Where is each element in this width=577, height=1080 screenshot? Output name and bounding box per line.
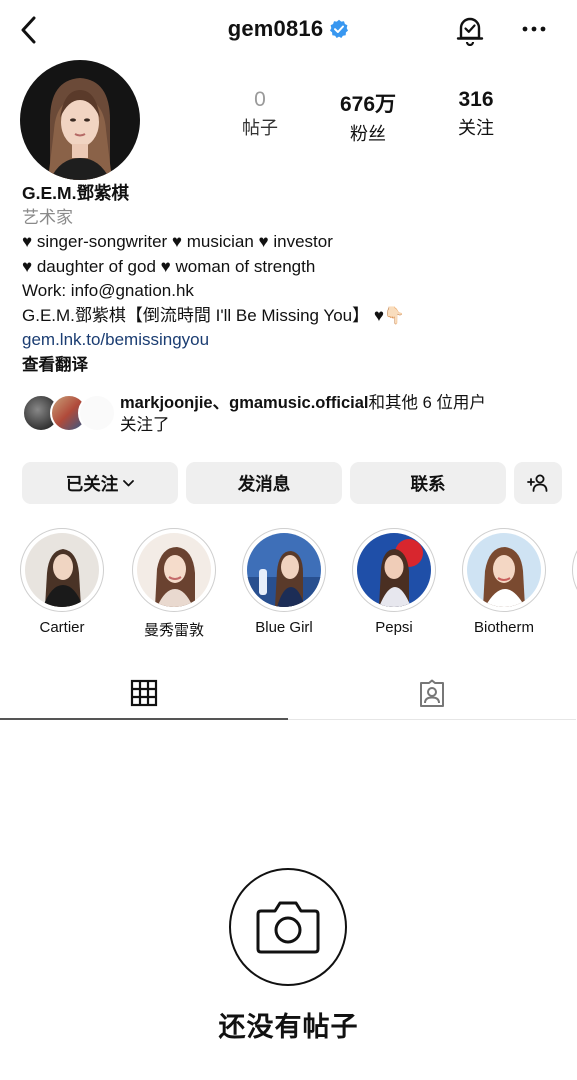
camera-icon	[256, 901, 320, 954]
highlight-item[interactable]: Cartier	[19, 528, 105, 636]
profile-stats: 0 帖子 676万 粉丝 316 关注	[0, 88, 577, 148]
notifications-button[interactable]	[452, 12, 488, 48]
followed-by-suffix: 和其他 6 位用户	[368, 394, 486, 412]
highlight-label: Biotherm	[473, 619, 535, 636]
highlight-item[interactable]: Biotherm	[461, 528, 547, 636]
empty-posts-text: 还没有帖子	[218, 1012, 359, 1042]
following-button[interactable]: 已关注	[22, 462, 178, 504]
followers-count[interactable]: 676万 粉丝	[313, 88, 423, 146]
more-options-button[interactable]	[514, 14, 554, 44]
following-value: 316	[458, 88, 494, 111]
highlight-ring	[132, 528, 216, 612]
bio-line-2-part-1: ♥ daughter of god	[22, 256, 161, 276]
chevron-down-icon	[123, 479, 135, 486]
story-highlights: Cartier 曼秀雷敦 Blue Girl Pepsi Biotherm	[0, 528, 577, 643]
highlight-label: Blue Girl	[255, 619, 313, 636]
tab-tagged[interactable]	[288, 668, 576, 720]
highlight-cover	[247, 533, 321, 607]
highlight-ring	[462, 528, 546, 612]
bio-line-4: G.E.M.鄧紫棋【倒流時間 I'll Be Missing You】 ♥👇🏻	[22, 305, 406, 325]
grid-icon	[130, 679, 158, 707]
bio-link[interactable]: gem.lnk.to/bemissingyou	[22, 328, 562, 353]
contact-button-label: 联系	[410, 473, 446, 494]
bio-line-2: ♥ daughter of god ♥ woman of strength	[22, 255, 562, 280]
highlight-cover	[25, 533, 99, 607]
add-person-icon	[527, 474, 548, 492]
followed-by-line2: 关注了	[120, 416, 170, 434]
display-name: G.E.M.鄧紫棋	[22, 183, 129, 203]
highlight-item[interactable]: Pepsi	[351, 528, 437, 636]
following-count[interactable]: 316 关注	[421, 88, 531, 140]
message-button-label: 发消息	[237, 473, 291, 494]
highlight-ring	[20, 528, 104, 612]
followers-value: 676万	[339, 93, 397, 116]
see-translation-link[interactable]: 查看翻译	[22, 353, 562, 378]
username-title: gem0816	[0, 16, 577, 42]
followed-by-text: markjoonjie、gmamusic.official和其他 6 位用户 关…	[120, 392, 486, 436]
bio-line-1-part-3: ♥ investor	[258, 232, 333, 251]
posts-value: 0	[254, 88, 266, 111]
highlight-cover	[467, 533, 541, 607]
highlight-ring	[352, 528, 436, 612]
category-label: 艺术家	[22, 207, 73, 227]
highlight-item[interactable]: Blue Girl	[241, 528, 327, 636]
posts-count[interactable]: 0 帖子	[205, 88, 315, 140]
bio-line-1: ♥ singer-songwriter ♥ musician ♥ investo…	[22, 230, 562, 255]
profile-header: gem0816	[0, 0, 577, 62]
highlight-label: Pepsi	[375, 619, 413, 636]
contact-button[interactable]: 联系	[350, 462, 506, 504]
suggested-users-button[interactable]	[514, 462, 562, 504]
profile-bio: G.E.M.鄧紫棋 艺术家 ♥ singer-songwriter ♥ musi…	[22, 181, 562, 377]
message-button[interactable]: 发消息	[186, 462, 342, 504]
highlight-item-partial[interactable]	[571, 528, 577, 612]
profile-actions: 已关注 发消息 联系	[22, 462, 562, 504]
bio-line-2-part-2: ♥ woman of strength	[160, 256, 316, 276]
followed-by[interactable]: markjoonjie、gmamusic.official和其他 6 位用户 关…	[22, 392, 562, 440]
followers-label: 粉丝	[350, 124, 386, 144]
username: gem0816	[227, 16, 324, 41]
bio-line-1-part-1: ♥ singer-songwriter	[22, 232, 172, 251]
highlight-label: 曼秀雷敦	[143, 622, 204, 639]
tagged-person-icon	[420, 679, 444, 707]
highlight-ring	[242, 528, 326, 612]
highlight-cover	[357, 533, 431, 607]
bio-line-3: Work: info@gnation.hk	[22, 281, 194, 300]
followed-by-names: markjoonjie、gmamusic.official	[120, 394, 369, 412]
notification-bell-icon	[456, 17, 484, 46]
follower-avatar	[78, 394, 116, 432]
highlight-label: Cartier	[39, 619, 85, 636]
verified-badge-icon	[330, 19, 349, 38]
highlight-ring	[572, 528, 577, 612]
highlight-item[interactable]: 曼秀雷敦	[131, 528, 217, 640]
bio-line-1-part-2: ♥ musician	[171, 232, 259, 251]
empty-posts-camera	[229, 868, 347, 986]
following-button-label: 已关注	[65, 473, 119, 494]
profile-tabs	[0, 668, 577, 720]
more-dots-icon	[522, 26, 546, 32]
following-label: 关注	[458, 118, 494, 138]
highlight-cover	[137, 533, 211, 607]
posts-label: 帖子	[242, 118, 278, 138]
tab-posts-grid[interactable]	[0, 668, 288, 720]
